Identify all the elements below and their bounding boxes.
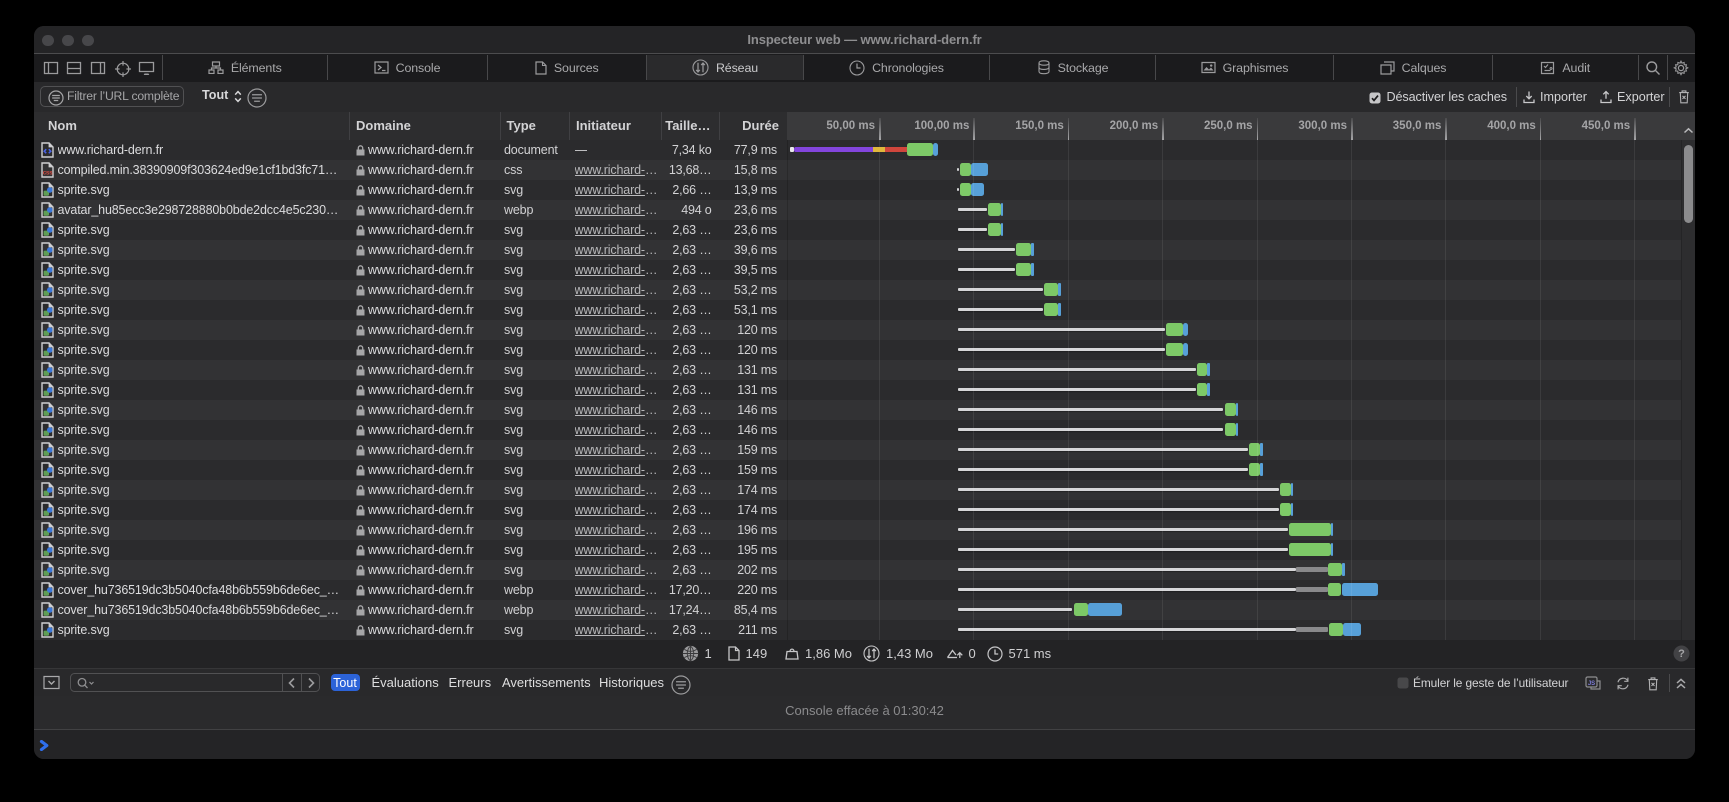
svg-text:?: ? (1678, 648, 1685, 660)
svg-text:JS: JS (1587, 681, 1594, 687)
svg-text:css: css (42, 169, 52, 176)
